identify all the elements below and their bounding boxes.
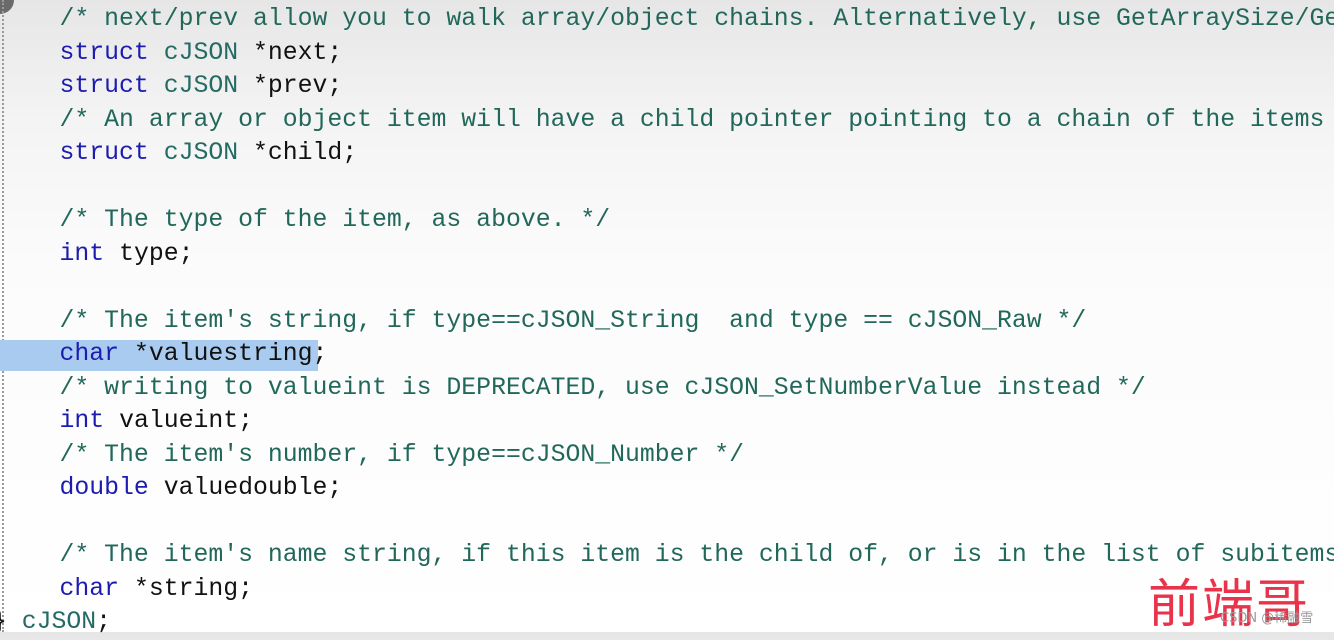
comment-token: /* An array or object item will have a c… xyxy=(59,105,1334,134)
comment-token: /* The item's string, if type==cJSON_Str… xyxy=(59,306,1087,335)
code-line[interactable]: /* The item's number, if type==cJSON_Num… xyxy=(0,439,1334,473)
code-line[interactable]: char *string; xyxy=(0,573,1334,607)
comment-token: /* next/prev allow you to walk array/obj… xyxy=(59,5,1334,33)
code-line[interactable] xyxy=(0,506,1334,540)
keyword-token: double xyxy=(59,474,149,502)
code-token: valueint; xyxy=(104,407,253,435)
code-line[interactable]: double valuedouble; xyxy=(0,472,1334,506)
comment-token: /* The item's number, if type==cJSON_Num… xyxy=(59,440,745,469)
keyword-token: struct xyxy=(59,38,149,67)
type-token: cJSON xyxy=(163,139,239,167)
keyword-token: char xyxy=(59,340,120,368)
code-token: valuedouble; xyxy=(148,474,343,502)
code-line[interactable]: struct cJSON *next; xyxy=(0,37,1334,71)
code-token: *prev; xyxy=(238,72,343,100)
code-token: *child; xyxy=(238,139,358,167)
code-token: *string; xyxy=(119,574,253,603)
keyword-token: struct xyxy=(59,72,149,100)
comment-token: /* The item's name string, if this item … xyxy=(59,541,1334,569)
code-line[interactable]: int type; xyxy=(0,238,1334,272)
code-token: *valuestring; xyxy=(119,340,328,368)
code-line[interactable]: /* writing to valueint is DEPRECATED, us… xyxy=(0,372,1334,406)
code-line[interactable]: int valueint; xyxy=(0,405,1334,439)
code-line[interactable]: /* The item's string, if type==cJSON_Str… xyxy=(0,305,1334,339)
comment-token: /* The type of the item, as above. */ xyxy=(59,206,611,234)
code-line[interactable] xyxy=(0,271,1334,305)
comment-token: /* writing to valueint is DEPRECATED, us… xyxy=(59,373,1146,402)
keyword-token: struct xyxy=(59,139,149,167)
keyword-token: int xyxy=(59,407,105,435)
type-token: cJSON xyxy=(163,38,239,67)
code-token: type; xyxy=(104,239,194,268)
code-line[interactable]: char *valuestring; xyxy=(0,338,1334,372)
code-line[interactable]: } cJSON; xyxy=(0,606,1334,640)
type-token: cJSON xyxy=(163,72,239,100)
code-line[interactable]: /* next/prev allow you to walk array/obj… xyxy=(0,3,1334,37)
code-line[interactable]: struct cJSON *child; xyxy=(0,137,1334,171)
code-editor[interactable]: /* next/prev allow you to walk array/obj… xyxy=(0,3,1334,640)
keyword-token: int xyxy=(59,239,105,268)
code-line[interactable]: /* An array or object item will have a c… xyxy=(0,104,1334,138)
code-line[interactable] xyxy=(0,171,1334,205)
code-line[interactable]: /* The type of the item, as above. */ xyxy=(0,204,1334,238)
code-line[interactable]: /* The item's name string, if this item … xyxy=(0,539,1334,573)
keyword-token: char xyxy=(59,574,120,603)
watermark-credit: CSDN @稀融雪 xyxy=(1220,611,1314,626)
code-line[interactable]: struct cJSON *prev; xyxy=(0,70,1334,104)
code-token: *next; xyxy=(238,38,343,67)
